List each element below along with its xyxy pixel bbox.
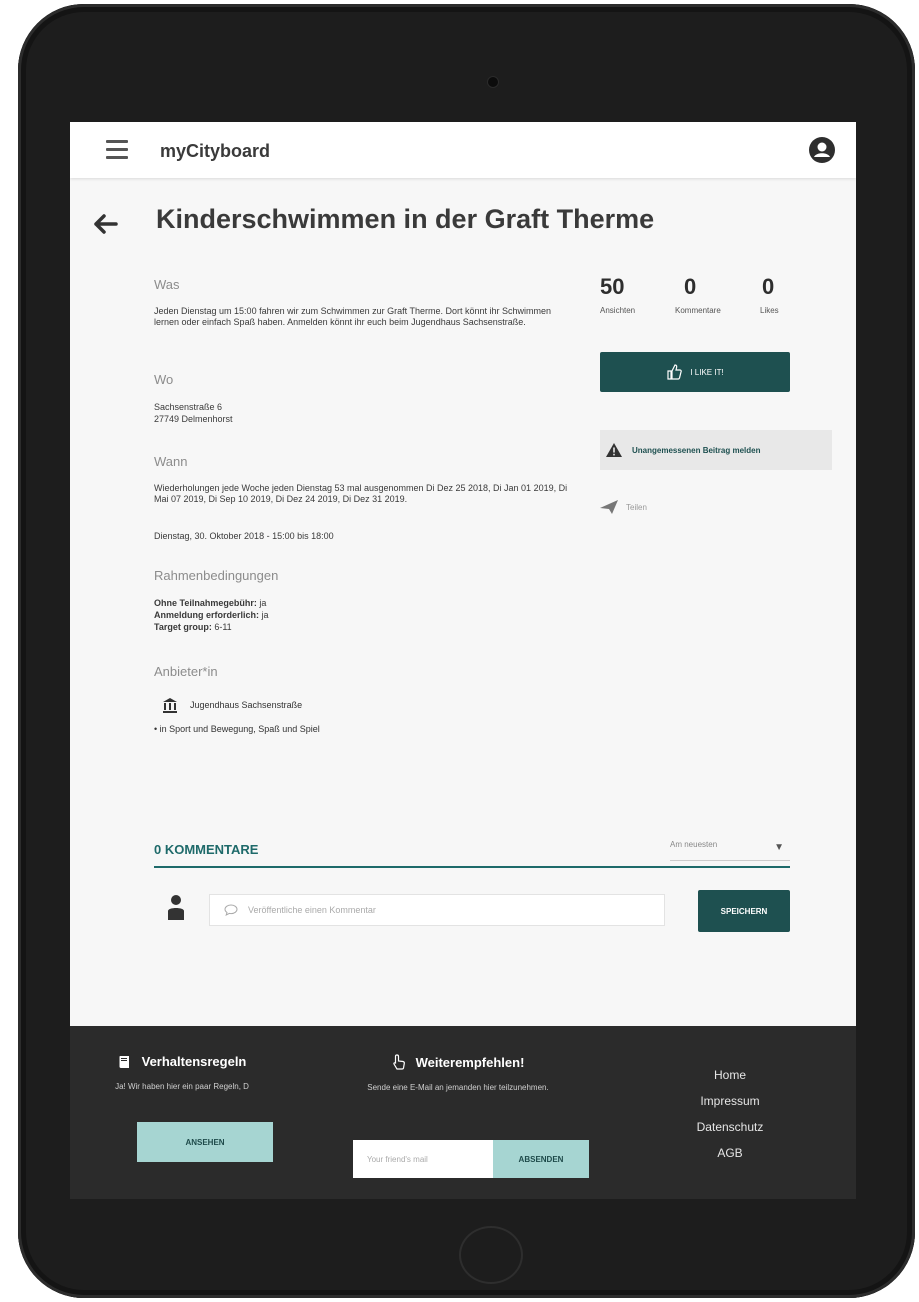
building-icon	[163, 698, 177, 713]
friend-email-input[interactable]: Your friend's mail	[353, 1140, 493, 1178]
chevron-down-icon: ▼	[774, 842, 784, 853]
rules-heading: Verhaltensregeln	[70, 1054, 312, 1069]
category-item: • in Sport und Bewegung, Spaß und Spiel	[154, 724, 320, 734]
condition-target-group: Target group: 6-11	[154, 622, 232, 632]
comment-placeholder: Veröffentliche einen Kommentar	[248, 905, 376, 915]
section-heading-was: Was	[154, 277, 180, 292]
account-icon[interactable]	[808, 136, 836, 164]
address-line-1: Sachsenstraße 6	[154, 402, 223, 412]
menu-icon[interactable]	[106, 140, 128, 164]
footer-links: Home Impressum Datenschutz AGB	[670, 1062, 790, 1166]
section-heading-conditions: Rahmenbedingungen	[154, 568, 279, 583]
section-heading-provider: Anbieter*in	[154, 664, 218, 679]
comments-count: 0	[684, 274, 697, 299]
section-heading-wann: Wann	[154, 454, 188, 469]
speech-bubble-icon	[224, 904, 238, 916]
thumbs-up-icon	[667, 364, 683, 380]
paper-plane-icon	[600, 500, 618, 514]
user-icon	[168, 895, 184, 920]
page-title: Kinderschwimmen in der Graft Therme	[156, 204, 655, 234]
share-label: Teilen	[626, 502, 647, 512]
footer-link-datenschutz[interactable]: Datenschutz	[670, 1114, 790, 1140]
report-button[interactable]: Unangemessenen Beitrag melden	[600, 430, 832, 470]
event-time: Dienstag, 30. Oktober 2018 - 15:00 bis 1…	[154, 531, 334, 541]
likes-label: Likes	[760, 306, 779, 315]
book-icon	[119, 1055, 129, 1068]
like-button[interactable]: I LIKE IT!	[600, 352, 790, 392]
provider-name[interactable]: Jugendhaus Sachsenstraße	[190, 700, 302, 710]
comment-input[interactable]: Veröffentliche einen Kommentar	[209, 894, 665, 926]
recommend-column: Weiterempfehlen! Sende eine E-Mail an je…	[338, 1054, 578, 1093]
condition-fee: Ohne Teilnahmegebühr: ja	[154, 598, 267, 608]
footer-link-agb[interactable]: AGB	[670, 1140, 790, 1166]
comments-label: Kommentare	[675, 306, 721, 315]
brand-logo[interactable]: myCityboard	[160, 141, 270, 162]
views-label: Ansichten	[600, 306, 636, 315]
category-text: in Sport und Bewegung, Spaß und Spiel	[159, 724, 320, 734]
sort-value: Am neuesten	[670, 840, 718, 849]
recurrence-text: Wiederholungen jede Woche jeden Dienstag…	[154, 483, 568, 504]
recommend-heading: Weiterempfehlen!	[338, 1054, 578, 1070]
section-heading-wo: Wo	[154, 372, 174, 387]
comments-divider	[154, 866, 790, 868]
home-button[interactable]	[459, 1226, 523, 1284]
provider-row[interactable]: Jugendhaus Sachsenstraße	[162, 697, 302, 713]
report-label: Unangemessenen Beitrag melden	[632, 445, 761, 455]
footer: Verhaltensregeln Ja! Wir haben hier ein …	[70, 1026, 856, 1199]
rules-column: Verhaltensregeln Ja! Wir haben hier ein …	[70, 1054, 312, 1092]
pointing-hand-icon	[392, 1054, 405, 1070]
rules-view-button[interactable]: ANSEHEN	[137, 1122, 273, 1162]
description-text: Jeden Dienstag um 15:00 fahren wir zum S…	[154, 306, 551, 327]
footer-link-home[interactable]: Home	[670, 1062, 790, 1088]
condition-registration: Anmeldung erforderlich: ja	[154, 610, 269, 620]
send-button[interactable]: ABSENDEN	[493, 1140, 589, 1178]
recommend-text: Sende eine E-Mail an jemanden hier teilz…	[367, 1083, 549, 1092]
likes-count: 0	[762, 274, 775, 299]
views-count: 50	[600, 274, 625, 299]
camera-icon	[487, 76, 499, 88]
top-bar: myCityboard	[70, 122, 856, 178]
share-button[interactable]: Teilen	[600, 500, 647, 514]
comment-sort-select[interactable]: Am neuesten ▼	[670, 840, 790, 861]
warning-icon	[606, 443, 622, 457]
back-arrow-icon[interactable]	[90, 212, 120, 236]
comments-heading: 0 KOMMENTARE	[154, 842, 259, 857]
rules-text: Ja! Wir haben hier ein paar Regeln, D	[115, 1082, 249, 1091]
address-line-2: 27749 Delmenhorst	[154, 414, 233, 424]
app-screen: myCityboard Kinderschwimmen in der Graft…	[70, 122, 856, 1199]
footer-link-impressum[interactable]: Impressum	[670, 1088, 790, 1114]
save-comment-button[interactable]: SPEICHERN	[698, 890, 790, 932]
